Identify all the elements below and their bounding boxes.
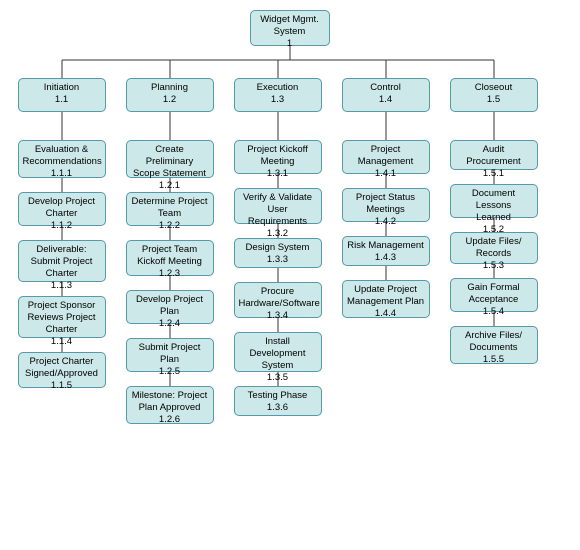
node-1.2.6: Milestone: ProjectPlan Approved1.2.6 xyxy=(126,386,214,424)
node-1.5.1: Audit Procurement1.5.1 xyxy=(450,140,538,170)
node-root: Widget Mgmt.System1 xyxy=(250,10,330,46)
node-1.3.2: Verify & ValidateUser Requirements1.3.2 xyxy=(234,188,322,224)
node-1.3.4: ProcureHardware/Software1.3.4 xyxy=(234,282,322,318)
node-1.4.1: ProjectManagement1.4.1 xyxy=(342,140,430,174)
node-1.5.3: Update Files/Records1.5.3 xyxy=(450,232,538,264)
node-1.2: Planning1.2 xyxy=(126,78,214,112)
node-1.4.3: Risk Management1.4.3 xyxy=(342,236,430,266)
node-1.1.1: Evaluation &Recommendations1.1.1 xyxy=(18,140,106,178)
node-1.2.5: Submit ProjectPlan1.2.5 xyxy=(126,338,214,372)
node-1.3.5: InstallDevelopmentSystem1.3.5 xyxy=(234,332,322,372)
node-1.1.2: Develop ProjectCharter1.1.2 xyxy=(18,192,106,226)
node-1.4.2: Project StatusMeetings1.4.2 xyxy=(342,188,430,222)
node-1.1.3: Deliverable:Submit ProjectCharter1.1.3 xyxy=(18,240,106,282)
node-1.3.1: Project KickoffMeeting1.3.1 xyxy=(234,140,322,174)
node-1.5: Closeout1.5 xyxy=(450,78,538,112)
node-1.3.6: Testing Phase1.3.6 xyxy=(234,386,322,416)
node-1.2.4: Develop ProjectPlan1.2.4 xyxy=(126,290,214,324)
node-1.2.2: Determine ProjectTeam1.2.2 xyxy=(126,192,214,226)
node-1.4.4: Update ProjectManagement Plan1.4.4 xyxy=(342,280,430,318)
node-1.1.4: Project SponsorReviews ProjectCharter1.1… xyxy=(18,296,106,338)
node-1.1.5: Project CharterSigned/Approved1.1.5 xyxy=(18,352,106,388)
node-1.2.3: Project TeamKickoff Meeting1.2.3 xyxy=(126,240,214,276)
node-1.1: Initiation1.1 xyxy=(18,78,106,112)
node-1.5.2: Document LessonsLearned1.5.2 xyxy=(450,184,538,218)
node-1.4: Control1.4 xyxy=(342,78,430,112)
node-1.5.4: Gain FormalAcceptance1.5.4 xyxy=(450,278,538,312)
org-chart: Widget Mgmt.System1 Initiation1.1 Planning… xyxy=(3,0,578,540)
node-1.3: Execution1.3 xyxy=(234,78,322,112)
node-1.5.5: Archive Files/Documents1.5.5 xyxy=(450,326,538,364)
node-1.3.3: Design System1.3.3 xyxy=(234,238,322,268)
node-1.2.1: Create PreliminaryScope Statement1.2.1 xyxy=(126,140,214,178)
